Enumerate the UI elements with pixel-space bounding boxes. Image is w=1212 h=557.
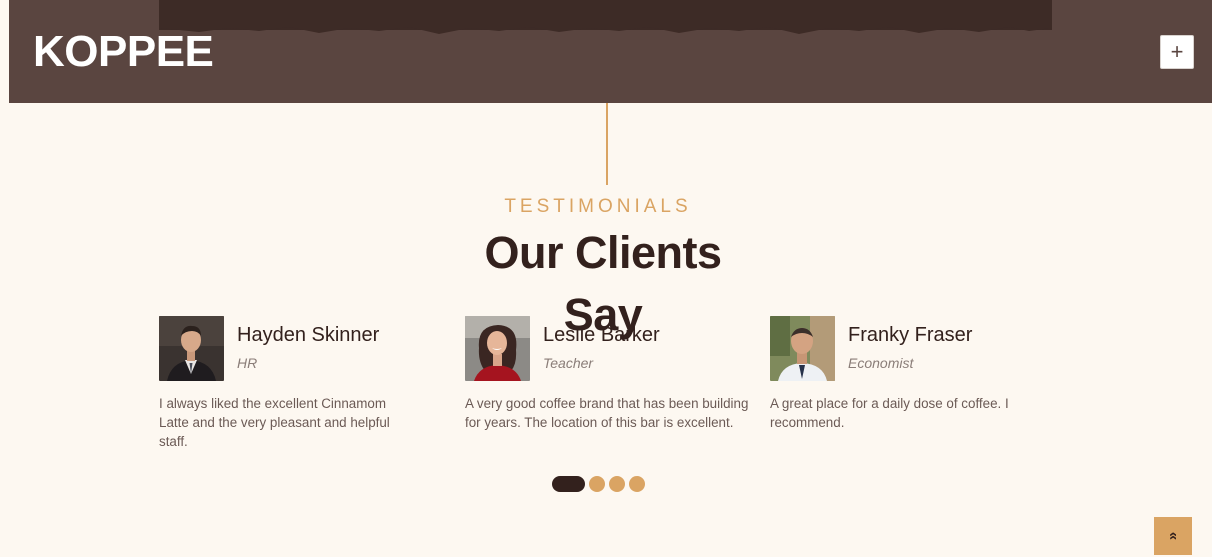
carousel-dots: [552, 476, 645, 492]
carousel-dot[interactable]: [629, 476, 645, 492]
client-photo: [770, 316, 835, 381]
site-header: KOPPEE +: [9, 0, 1212, 103]
double-chevron-up-icon: »: [1164, 531, 1181, 541]
testimonial-quote: A great place for a daily dose of coffee…: [770, 396, 1009, 430]
client-role: Teacher: [543, 355, 594, 371]
section-divider-line: [606, 103, 608, 185]
back-to-top-button[interactable]: »: [1154, 517, 1192, 555]
menu-toggle-button[interactable]: +: [1160, 35, 1194, 69]
client-role: Economist: [848, 355, 914, 371]
client-photo: [159, 316, 224, 381]
section-kicker: TESTIMONIALS: [504, 196, 692, 217]
carousel-dot[interactable]: [609, 476, 625, 492]
client-photo: [465, 316, 530, 381]
brand-logo[interactable]: KOPPEE: [33, 26, 214, 78]
torn-edge-decoration: [159, 22, 1052, 34]
carousel-dot[interactable]: [589, 476, 605, 492]
testimonial-quote: I always liked the excellent Cinnamom La…: [159, 396, 390, 449]
testimonial-quote: A very good coffee brand that has been b…: [465, 396, 749, 430]
client-name: Leslie Barker: [543, 324, 660, 346]
client-role: HR: [237, 355, 258, 371]
carousel-dot[interactable]: [552, 476, 585, 492]
client-name: Franky Fraser: [848, 324, 973, 346]
client-name: Hayden Skinner: [237, 324, 380, 346]
